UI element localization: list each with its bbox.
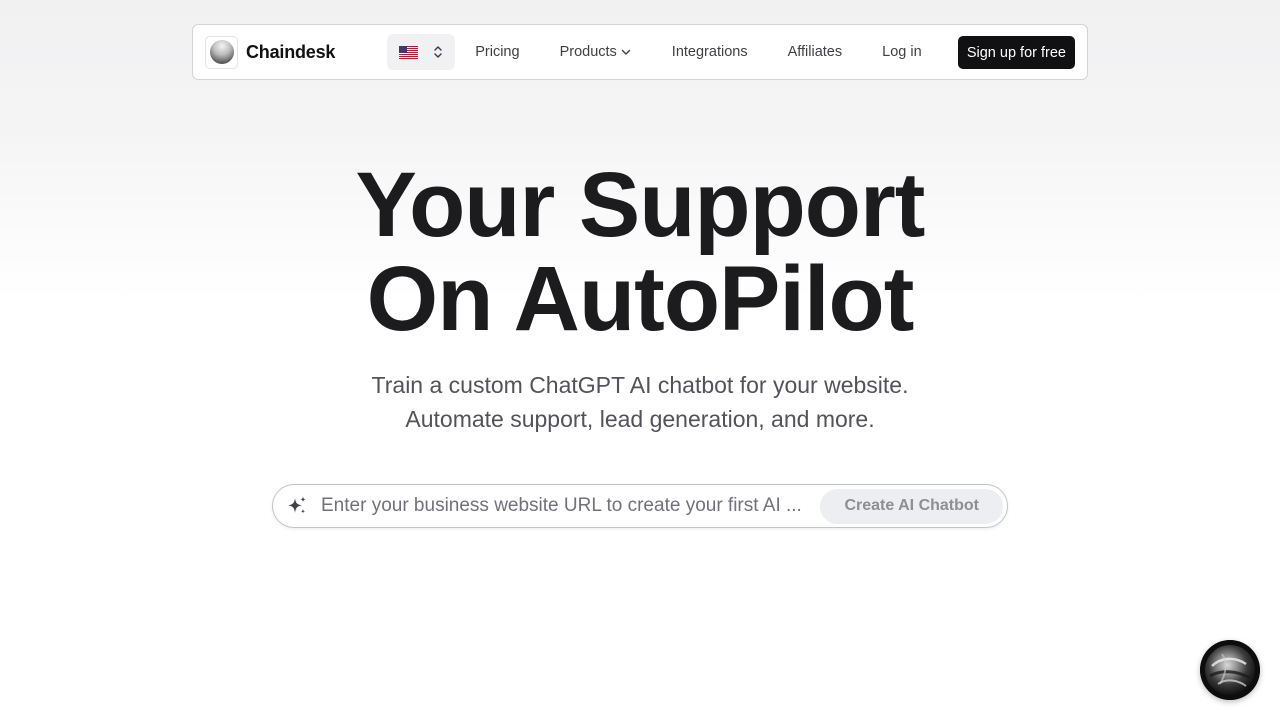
website-url-input[interactable] bbox=[321, 486, 809, 526]
hero-title-line-1: Your Support bbox=[355, 154, 926, 256]
nav-link-login[interactable]: Log in bbox=[882, 44, 922, 60]
brand-link[interactable]: Chaindesk bbox=[205, 35, 336, 69]
language-selector[interactable] bbox=[387, 34, 456, 70]
chat-avatar-icon bbox=[1200, 640, 1260, 700]
chevron-up-down-icon bbox=[434, 46, 442, 58]
logo-icon bbox=[205, 35, 238, 69]
hero-subtitle-line-1: Train a custom ChatGPT AI chatbot for yo… bbox=[371, 372, 909, 398]
nav-link-pricing[interactable]: Pricing bbox=[475, 44, 519, 60]
sparkles-icon bbox=[288, 496, 306, 514]
hero-title-line-2: On AutoPilot bbox=[366, 248, 915, 350]
chevron-down-icon bbox=[621, 49, 630, 55]
nav-link-products-label: Products bbox=[559, 44, 617, 60]
us-flag-icon bbox=[399, 45, 419, 59]
top-navbar: Chaindesk Pricing Products Integrations bbox=[192, 24, 1088, 80]
nav-links: Pricing Products Integrations Affiliates… bbox=[475, 44, 921, 60]
hero-subtitle: Train a custom ChatGPT AI chatbot for yo… bbox=[0, 368, 1280, 436]
brand-name: Chaindesk bbox=[246, 41, 336, 62]
nav-link-affiliates[interactable]: Affiliates bbox=[788, 44, 843, 60]
signup-button[interactable]: Sign up for free bbox=[957, 36, 1075, 69]
hero-subtitle-line-2: Automate support, lead generation, and m… bbox=[405, 406, 875, 432]
chat-widget-button[interactable] bbox=[1200, 640, 1260, 700]
create-chatbot-form: Create AI Chatbot bbox=[272, 484, 1008, 528]
nav-link-products[interactable]: Products bbox=[560, 44, 632, 60]
hero-title: Your Support On AutoPilot bbox=[0, 158, 1280, 346]
create-ai-chatbot-button[interactable]: Create AI Chatbot bbox=[820, 488, 1003, 524]
nav-link-integrations[interactable]: Integrations bbox=[672, 44, 748, 60]
